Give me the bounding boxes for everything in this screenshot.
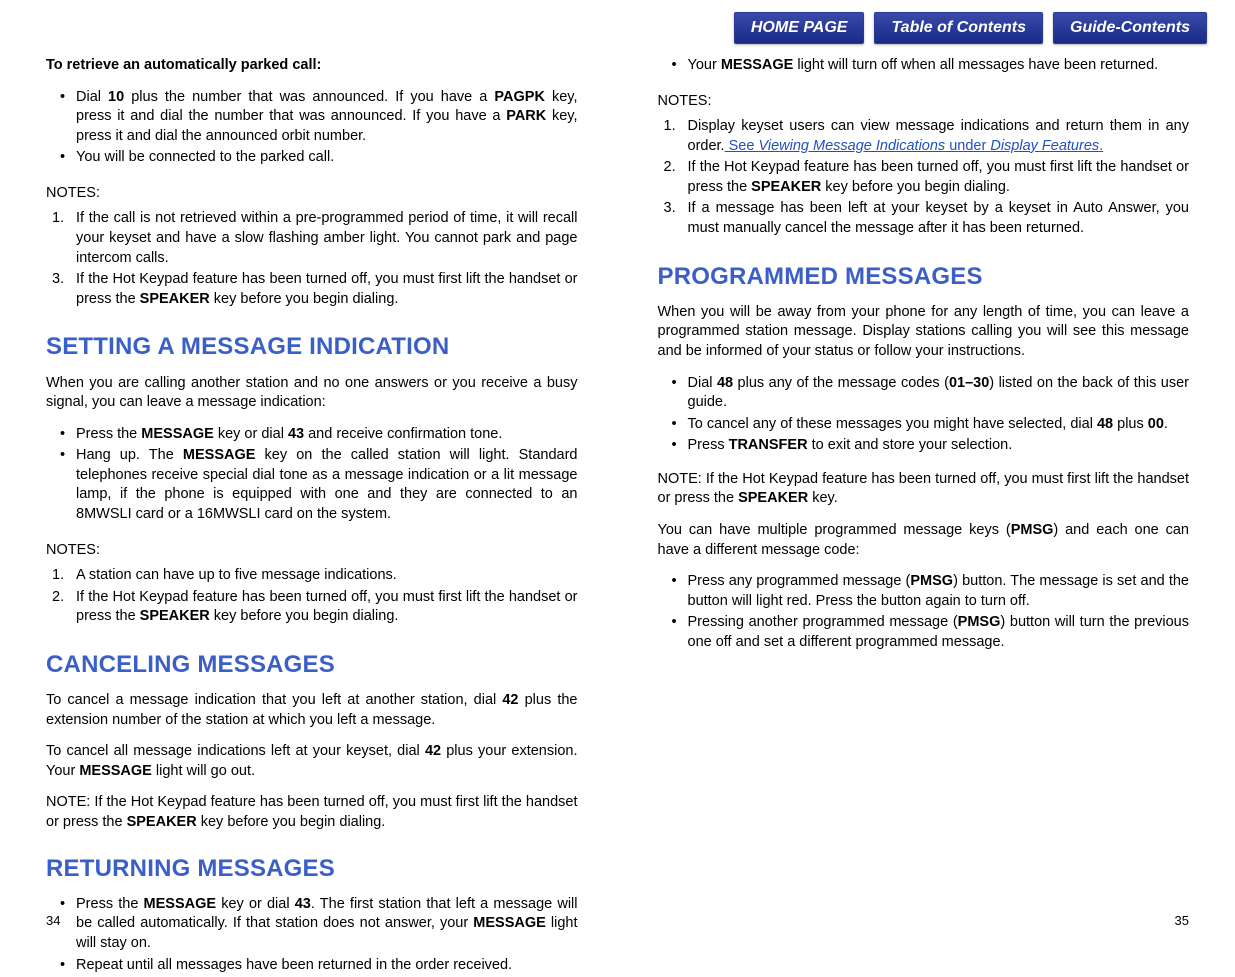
nav-guide[interactable]: Guide-Contents [1053,12,1207,44]
heading-return: RETURNING MESSAGES [46,853,578,885]
retrieve-intro: To retrieve an automatically parked call… [46,56,578,76]
list-item: Dial 10 plus the number that was announc… [46,88,578,147]
list-item: If the Hot Keypad feature has been turne… [46,270,578,309]
return-notes: Display keyset users can view message in… [658,115,1190,240]
page-right: Your MESSAGE light will turn off when al… [618,50,1235,954]
list-item: Pressing another programmed message (PMS… [658,613,1190,652]
notes-label: NOTES: [46,184,578,204]
prog-bullets: Dial 48 plus any of the message codes (0… [658,372,1190,458]
retrieve-bullets: Dial 10 plus the number that was announc… [46,86,578,170]
list-item: If the Hot Keypad feature has been turne… [658,158,1190,197]
prog-p2: You can have multiple programmed message… [658,521,1190,560]
notes-label: NOTES: [658,92,1190,112]
list-item: Press TRANSFER to exit and store your se… [658,436,1190,456]
list-item: Your MESSAGE light will turn off when al… [658,56,1190,76]
list-item: Hang up. The MESSAGE key on the called s… [46,446,578,524]
page-spread: To retrieve an automatically parked call… [0,0,1235,954]
list-item: You will be connected to the parked call… [46,148,578,168]
prog-intro: When you will be away from your phone fo… [658,303,1190,362]
list-item: Press the MESSAGE key or dial 43. The fi… [46,895,578,954]
cancel-p2: To cancel all message indications left a… [46,742,578,781]
cancel-p1: To cancel a message indication that you … [46,691,578,730]
list-item: Press any programmed message (PMSG) butt… [658,572,1190,611]
retrieve-notes: If the call is not retrieved within a pr… [46,207,578,311]
heading-cancel: CANCELING MESSAGES [46,649,578,681]
list-item: Display keyset users can view message in… [658,117,1190,156]
link-viewing-indications[interactable]: See Viewing Message Indications under Di… [725,138,1104,154]
cancel-note: NOTE: If the Hot Keypad feature has been… [46,793,578,832]
return-bullets: Press the MESSAGE key or dial 43. The fi… [46,893,578,977]
list-item: If a message has been left at your keyse… [658,199,1190,238]
nav-tabs: HOME PAGE Table of Contents Guide-Conten… [734,12,1207,44]
list-item: Press the MESSAGE key or dial 43 and rec… [46,425,578,445]
list-item: If the call is not retrieved within a pr… [46,209,578,268]
page-number-right: 35 [1175,913,1189,928]
setting-notes: A station can have up to five message in… [46,564,578,629]
prog-bullets-2: Press any programmed message (PMSG) butt… [658,570,1190,654]
list-item: Dial 48 plus any of the message codes (0… [658,374,1190,413]
prog-note: NOTE: If the Hot Keypad feature has been… [658,470,1190,509]
list-item: If the Hot Keypad feature has been turne… [46,588,578,627]
heading-programmed: PROGRAMMED MESSAGES [658,261,1190,293]
page-number-left: 34 [46,913,60,928]
nav-home[interactable]: HOME PAGE [734,12,865,44]
heading-setting: SETTING A MESSAGE INDICATION [46,331,578,363]
setting-bullets: Press the MESSAGE key or dial 43 and rec… [46,423,578,527]
notes-label: NOTES: [46,541,578,561]
nav-toc[interactable]: Table of Contents [874,12,1043,44]
setting-intro: When you are calling another station and… [46,374,578,413]
list-item: Repeat until all messages have been retu… [46,956,578,976]
return-bullets-cont: Your MESSAGE light will turn off when al… [658,54,1190,78]
list-item: A station can have up to five message in… [46,566,578,586]
page-left: To retrieve an automatically parked call… [0,50,618,954]
list-item: To cancel any of these messages you migh… [658,415,1190,435]
